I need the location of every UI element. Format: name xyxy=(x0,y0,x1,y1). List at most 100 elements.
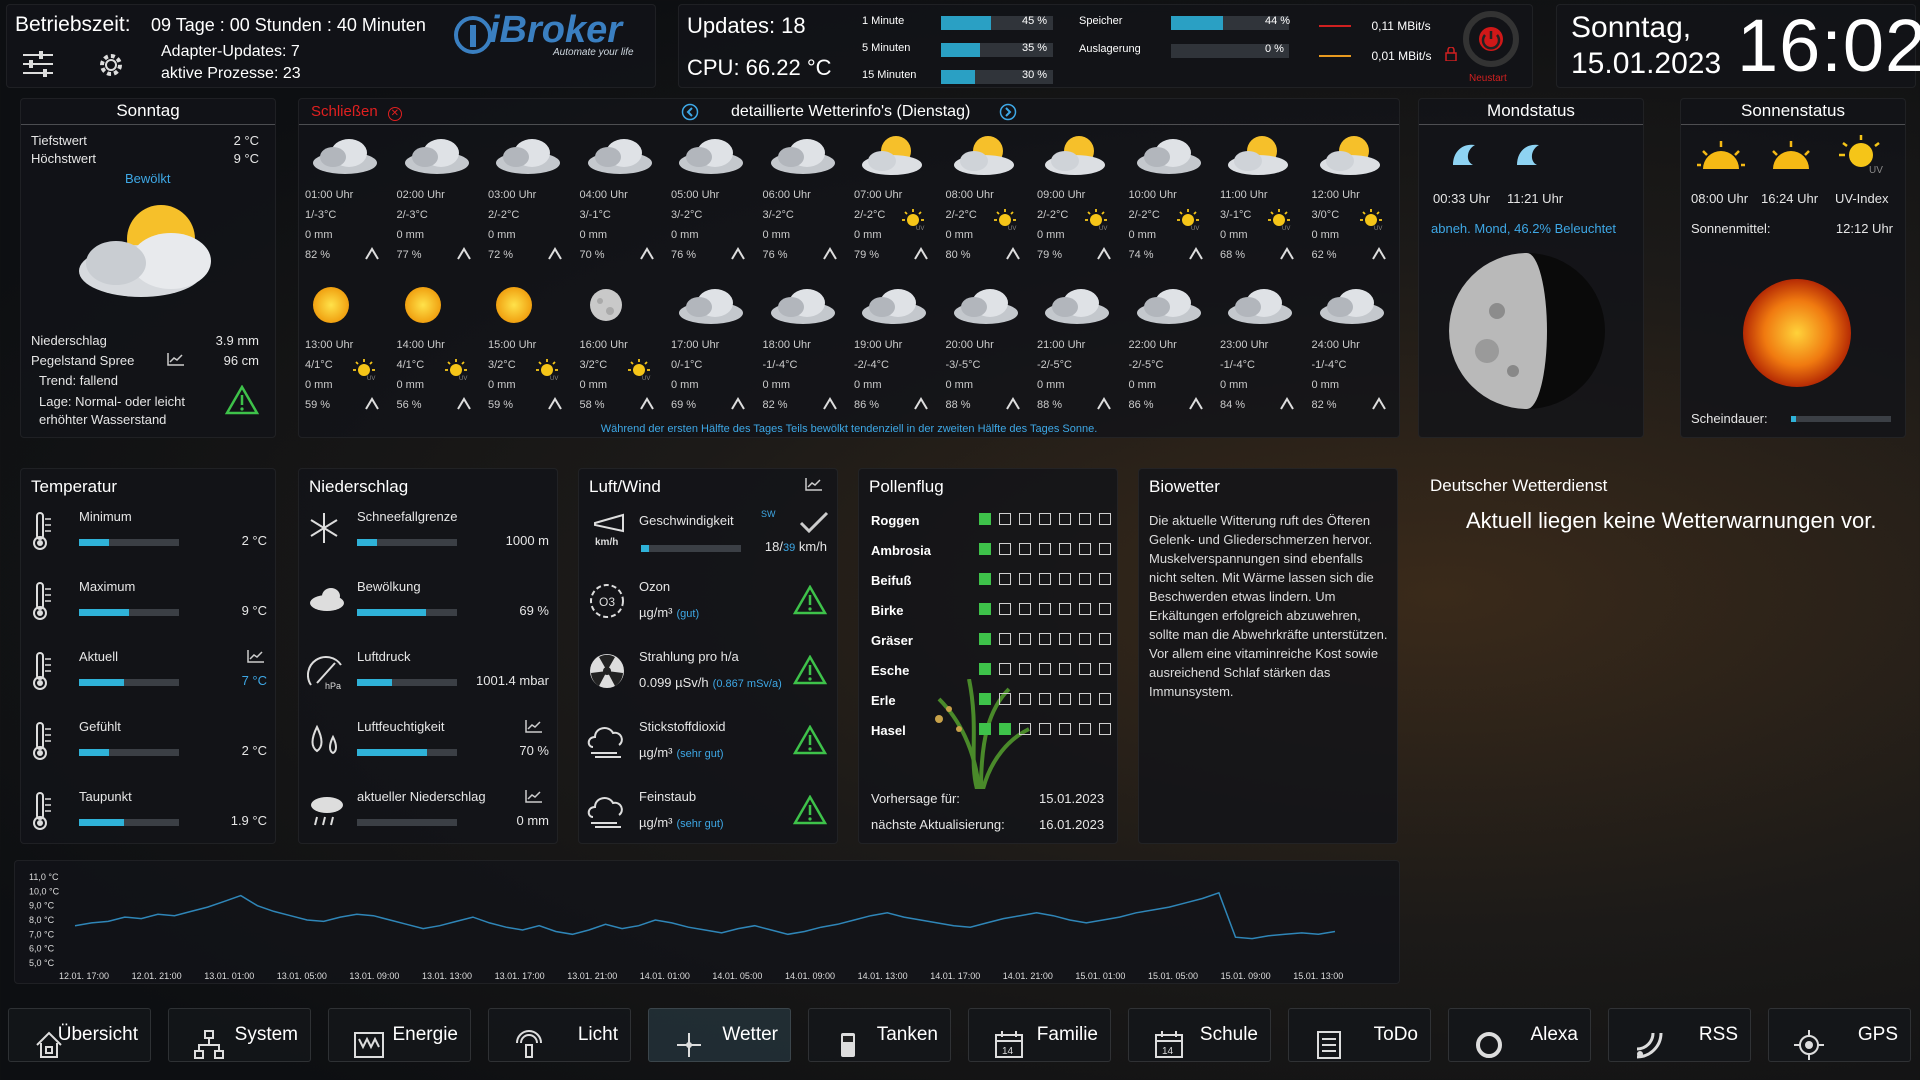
pollen-level-box xyxy=(1039,603,1051,615)
nav-button-system[interactable]: System xyxy=(168,1008,311,1062)
wind-speed-value: 18/ xyxy=(764,539,783,554)
nav-button-alexa[interactable]: Alexa xyxy=(1448,1008,1591,1062)
hour-temp: 3/-1°C xyxy=(1220,209,1252,221)
temperature-label: Taupunkt xyxy=(79,789,132,804)
high-label: Höchstwert xyxy=(31,151,97,166)
nav-label: RSS xyxy=(1698,1024,1738,1045)
chart-icon[interactable] xyxy=(525,719,543,738)
precipitation-title: Niederschlag xyxy=(309,477,409,496)
nav-button-tanken[interactable]: Tanken xyxy=(808,1008,951,1062)
close-button[interactable]: Schließen ✕ xyxy=(311,103,402,121)
load-label: 15 Minuten xyxy=(862,69,917,81)
nav-label: System xyxy=(234,1024,298,1045)
chart-icon[interactable] xyxy=(167,352,185,371)
x-tick-label: 13.01. 09:00 xyxy=(349,971,399,981)
precipitation-value: 0 mm xyxy=(516,813,550,828)
hour-rain: 0 mm xyxy=(305,379,333,391)
partly-cloudy-icon xyxy=(1224,133,1294,182)
forecast-label: Vorhersage für: xyxy=(871,791,960,806)
hour-temp: 0/-1°C xyxy=(671,359,703,371)
hour-time: 16:00 Uhr xyxy=(579,339,628,351)
chart-icon[interactable] xyxy=(247,649,265,668)
wind-direction-icon xyxy=(799,509,829,540)
sunrise-icon xyxy=(1697,139,1745,180)
next-day-icon[interactable] xyxy=(999,103,1017,126)
warning-icon xyxy=(792,654,828,690)
air-quality-reading: 0.099 µSv/h xyxy=(639,675,709,690)
hour-time: 18:00 Uhr xyxy=(762,339,811,351)
pollen-level-box xyxy=(1079,603,1091,615)
air-quality-note: (0.867 mSv/a) xyxy=(712,678,782,690)
uptime-label: Betriebszeit: xyxy=(15,13,131,36)
temperature-label: Minimum xyxy=(79,509,132,524)
gear-icon[interactable] xyxy=(95,49,127,86)
air-quality-label: Stickstoffdioxid xyxy=(639,719,726,734)
lock-icon[interactable] xyxy=(1445,46,1457,66)
hour-time: 08:00 Uhr xyxy=(945,189,994,201)
hour-time: 01:00 Uhr xyxy=(305,189,354,201)
x-tick-label: 15.01. 09:00 xyxy=(1221,971,1271,981)
precipitation-bar xyxy=(357,539,457,546)
restart-label[interactable]: Neustart xyxy=(1469,73,1507,84)
pollen-level-box xyxy=(1059,513,1071,525)
precipitation-value: 1000 m xyxy=(505,533,549,548)
nav-button-todo[interactable]: ToDo xyxy=(1288,1008,1431,1062)
nav-label: ToDo xyxy=(1373,1024,1418,1045)
humidity-icon xyxy=(307,721,347,766)
nav-button-wetter[interactable]: Wetter xyxy=(648,1008,791,1062)
nav-button-energie[interactable]: Energie xyxy=(328,1008,471,1062)
nav-button-familie[interactable]: 14 Familie xyxy=(968,1008,1111,1062)
uv-sun-icon: UV xyxy=(444,359,469,386)
pollen-level-box xyxy=(1099,723,1111,735)
pollen-name: Hasel xyxy=(871,723,906,738)
wind-speed-unit: km/h xyxy=(795,539,827,554)
wind-direction-icon xyxy=(546,245,564,268)
precipitation-label: Bewölkung xyxy=(357,579,421,594)
pollen-level-box xyxy=(999,513,1011,525)
wind-speed-label: Geschwindigkeit xyxy=(639,513,734,528)
hour-temp: 3/2°C xyxy=(579,359,608,371)
nav-button-schule[interactable]: 14 Schule xyxy=(1128,1008,1271,1062)
pollen-level-box xyxy=(1099,663,1111,675)
svg-text:UV: UV xyxy=(1374,226,1382,231)
hour-rain: 0 mm xyxy=(488,379,516,391)
wind-direction-icon xyxy=(821,245,839,268)
partly-cloudy-icon xyxy=(858,133,928,182)
nav-button-licht[interactable]: Licht xyxy=(488,1008,631,1062)
sliders-icon[interactable] xyxy=(21,49,55,84)
temperature-series-line xyxy=(74,891,1336,940)
hour-temp: 2/-3°C xyxy=(396,209,428,221)
power-icon[interactable] xyxy=(1463,11,1519,72)
precipitation-value: 70 % xyxy=(519,743,549,758)
logo-subtitle: Automate your life xyxy=(553,47,634,58)
nav-button-übersicht[interactable]: Übersicht xyxy=(8,1008,151,1062)
wind-direction-icon xyxy=(729,395,747,418)
temperature-bar xyxy=(79,539,179,546)
chart-icon[interactable] xyxy=(525,789,543,808)
snowflake-icon xyxy=(307,511,341,550)
air-quality-reading: µg/m³ xyxy=(639,745,673,760)
cloud-icon xyxy=(1133,133,1203,182)
hour-humidity: 72 % xyxy=(488,249,514,261)
precipitation-label: Luftfeuchtigkeit xyxy=(357,719,445,734)
temperature-label: Aktuell xyxy=(79,649,119,664)
nav-button-gps[interactable]: GPS xyxy=(1768,1008,1911,1062)
nav-label: Alexa xyxy=(1530,1024,1578,1045)
hour-rain: 0 mm xyxy=(579,379,608,391)
pollen-level-box xyxy=(979,633,991,645)
hour-rain: 0 mm xyxy=(671,229,699,241)
precipitation-bar xyxy=(357,749,457,756)
temperature-label: Gefühlt xyxy=(79,719,121,734)
chart-icon[interactable] xyxy=(805,477,823,496)
prev-day-icon[interactable] xyxy=(681,103,699,126)
svg-text:UV: UV xyxy=(1869,165,1883,175)
uv-sun-icon: UV xyxy=(536,359,560,386)
hour-time: 22:00 Uhr xyxy=(1128,339,1177,351)
precipitation-label: Luftdruck xyxy=(357,649,411,664)
close-icon[interactable]: ✕ xyxy=(387,107,402,121)
hour-rain: 0 mm xyxy=(1037,229,1065,241)
nav-button-rss[interactable]: RSS xyxy=(1608,1008,1751,1062)
sun-title: Sonnenstatus xyxy=(1681,99,1905,125)
pollen-level-box xyxy=(1059,723,1071,735)
pollen-level-box xyxy=(1059,573,1071,585)
